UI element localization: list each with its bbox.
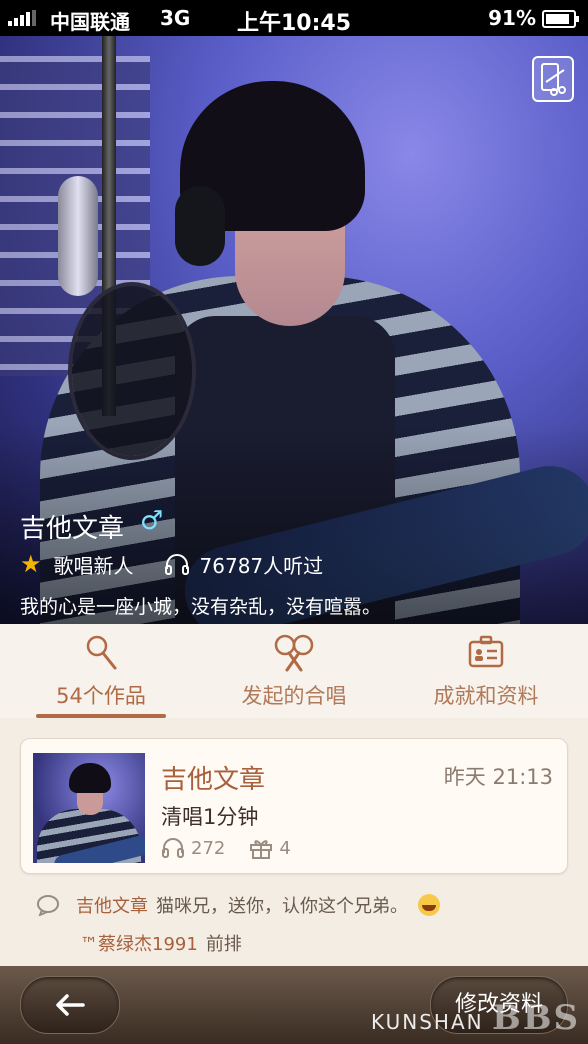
watermark-logo: BBS [491,998,580,1038]
play-count: 272 [191,837,226,859]
gift-count-stat: 4 [249,837,291,859]
profile-cover-photo: 吉他文章 ♂ ★ 歌唱新人 76787人听过 我的心是一座小城，没有杂乱，没有喧… [0,36,588,624]
tab-works[interactable]: 54个作品 [36,624,166,718]
microphone-icon [86,635,117,670]
comment-item[interactable]: 吉他文章 猫咪兄，送你，认你这个兄弟。 [36,892,440,918]
tab-profile-info[interactable]: 成就和资料 [416,624,556,718]
comment-author[interactable]: ™蔡绿杰1991 [80,930,198,956]
photo-microphone [58,176,98,296]
phone-share-icon [541,63,566,96]
headphones-icon [162,838,184,858]
listen-count: 76787人听过 [199,553,324,578]
duet-microphones-icon [274,634,314,672]
back-button[interactable] [20,976,120,1034]
tab-profile-info-label: 成就和资料 [433,684,539,708]
comment-text: 前排 [205,934,242,955]
gift-icon [250,840,273,859]
gift-count: 4 [279,837,291,859]
work-stats: 272 4 [161,837,315,859]
work-title[interactable]: 清唱1分钟 [161,801,258,831]
grin-emoji-icon [418,894,440,916]
bottom-toolbar: 修改资料 KUNSHAN BBS [0,966,588,1044]
profile-level: 歌唱新人 [53,553,134,578]
profile-signature: 我的心是一座小城，没有杂乱，没有喧嚣。 [20,596,382,618]
profile-stats-row: ★ 歌唱新人 76787人听过 [20,550,323,578]
play-count-stat: 272 [161,837,225,859]
share-button[interactable] [532,56,574,102]
comment-text: 猫咪兄，送你，认你这个兄弟。 [156,896,408,917]
tab-duets[interactable]: 发起的合唱 [226,624,362,718]
battery-percent: 91% [488,6,536,30]
work-time: 昨天 21:13 [443,765,553,789]
battery-icon [542,10,579,28]
work-thumbnail[interactable] [33,753,145,863]
comment-item[interactable]: ™蔡绿杰1991 前排 [80,930,242,956]
tab-works-label: 54个作品 [56,684,146,708]
profile-name: 吉他文章 [20,514,125,544]
comment-bubble-icon [37,895,59,916]
star-icon: ★ [20,550,42,578]
watermark-text: KUNSHAN [371,1010,484,1034]
headphones-icon [164,554,189,575]
male-icon: ♂ [140,506,164,536]
back-arrow-icon [56,994,85,1016]
watermark: KUNSHAN BBS [371,998,580,1038]
photo-headphone [175,186,225,266]
status-bar: 中国联通 3G 上午10:45 91% [0,0,588,36]
id-card-icon [468,635,504,668]
tab-duets-label: 发起的合唱 [241,684,347,708]
profile-tabs: 54个作品 发起的合唱 成就和资料 [0,624,588,719]
work-card[interactable]: 吉他文章 昨天 21:13 清唱1分钟 272 4 [20,738,568,874]
works-feed: 吉他文章 昨天 21:13 清唱1分钟 272 4 吉他文章 猫咪兄，送你，认你… [0,718,588,966]
work-author[interactable]: 吉他文章 [161,759,265,796]
comment-author[interactable]: 吉他文章 [76,892,148,918]
